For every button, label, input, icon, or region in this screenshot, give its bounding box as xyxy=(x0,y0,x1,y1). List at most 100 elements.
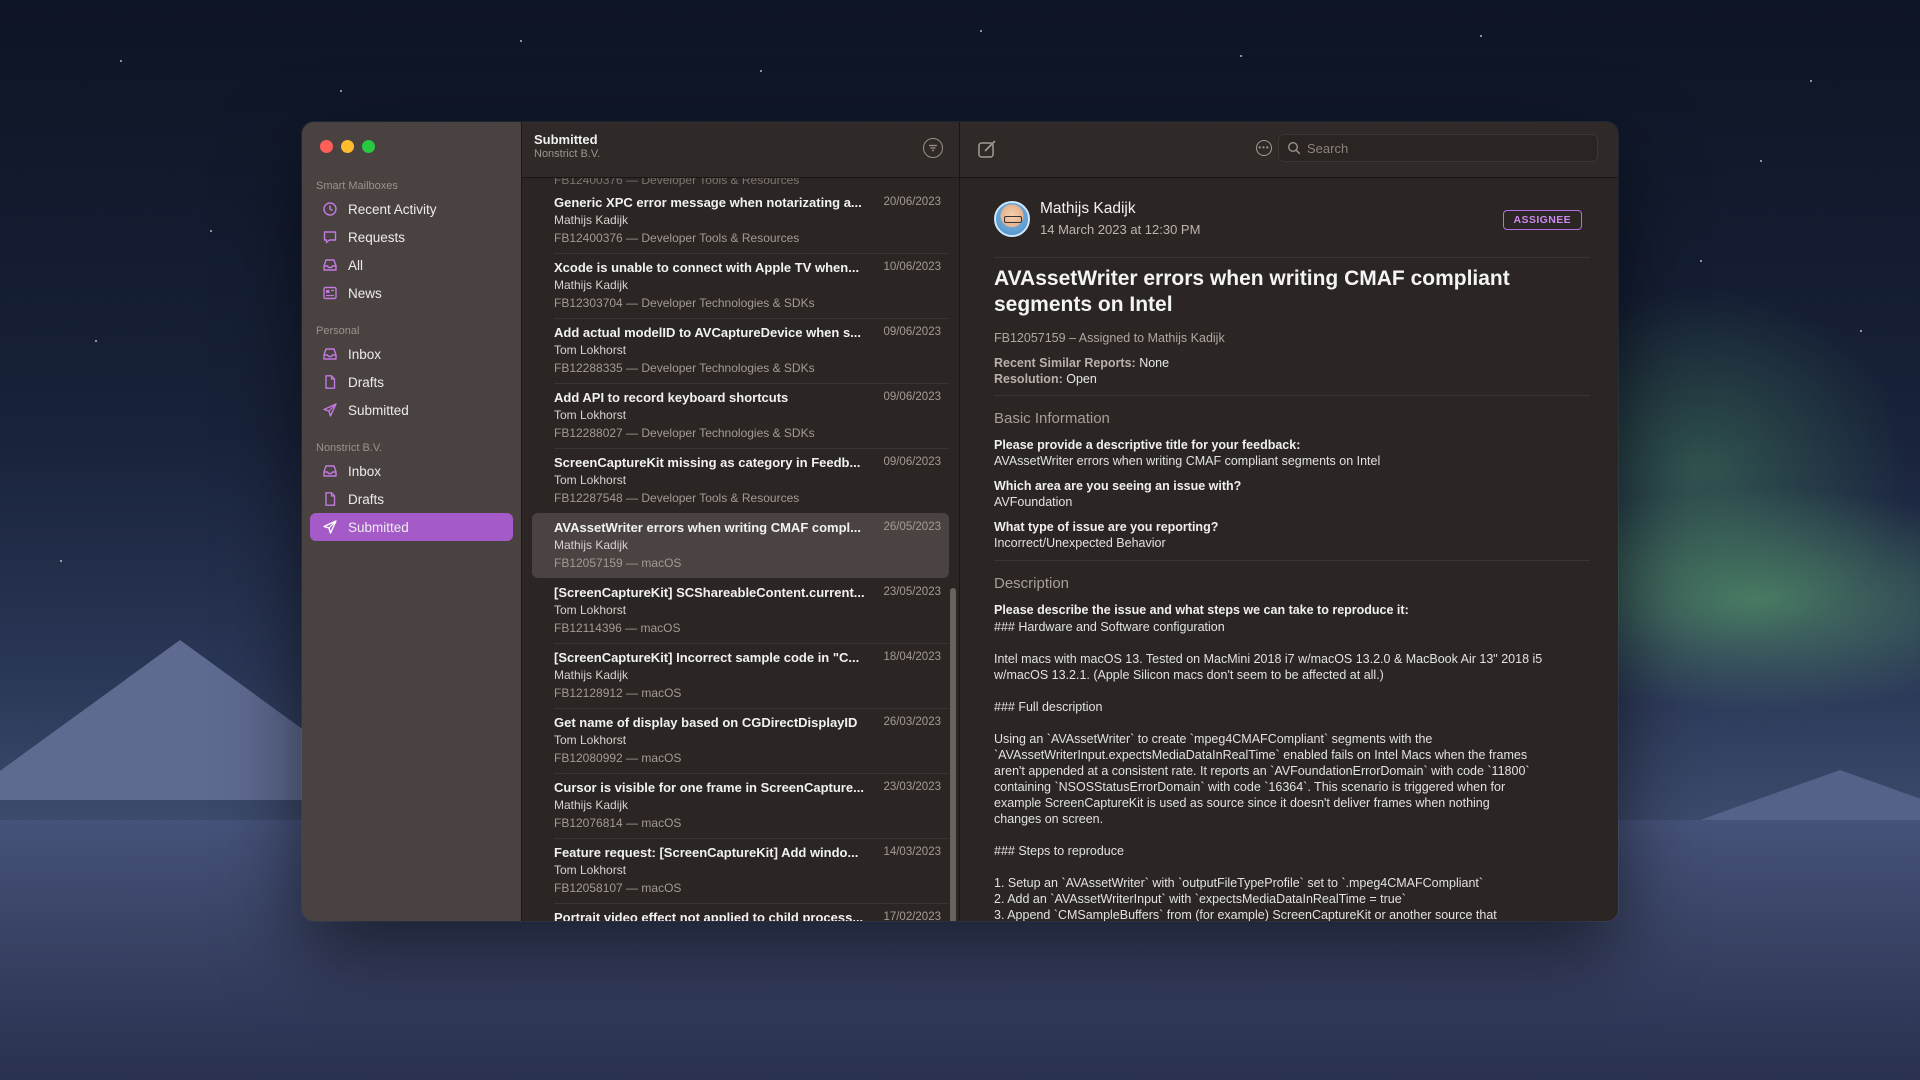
filter-button[interactable] xyxy=(923,138,943,158)
sidebar-item-inbox[interactable]: Inbox xyxy=(310,457,513,485)
message-date: 23/03/2023 xyxy=(883,781,941,793)
message-title: Xcode is unable to connect with Apple TV… xyxy=(554,260,860,275)
sidebar-item-label: Inbox xyxy=(348,346,382,362)
message-meta: FB12400376 — Developer Tools & Resources xyxy=(554,231,800,245)
message-meta: FB12080992 — macOS xyxy=(554,751,682,765)
message-date: 26/05/2023 xyxy=(883,521,941,533)
question: Which area are you seeing an issue with? xyxy=(994,479,1242,493)
list-item[interactable]: Feature request: [ScreenCaptureKit] Add … xyxy=(532,838,949,903)
message-author: Mathijs Kadijk xyxy=(554,538,629,552)
message-list-pane: Submitted Nonstrict B.V. FB12400376 — De… xyxy=(522,122,960,921)
message-meta: FB12058107 — macOS xyxy=(554,881,682,895)
list-item[interactable]: Get name of display based on CGDirectDis… xyxy=(532,708,949,773)
message-title: ScreenCaptureKit missing as category in … xyxy=(554,455,861,470)
list-scrollbar[interactable] xyxy=(950,588,956,921)
sidebar-item-label: Submitted xyxy=(348,519,409,535)
feedback-detail: Mathijs Kadijk 14 March 2023 at 12:30 PM… xyxy=(960,178,1618,921)
sidebar-section-header: Personal xyxy=(316,325,360,337)
sidebar-item-inbox[interactable]: Inbox xyxy=(310,340,513,368)
sender-header: Mathijs Kadijk 14 March 2023 at 12:30 PM… xyxy=(994,178,1590,258)
document-icon xyxy=(322,374,338,390)
compose-button[interactable] xyxy=(976,138,998,160)
zoom-window-button[interactable] xyxy=(362,140,375,153)
sidebar: Smart Mailboxes Recent Activity Requests Al… xyxy=(302,122,522,921)
message-title: AVAssetWriter errors when writing CMAF c… xyxy=(554,520,861,535)
message-meta: FB12287548 — Developer Tools & Resources xyxy=(554,491,800,505)
message-list: FB12400376 — Developer Tools & Resources… xyxy=(522,178,959,921)
sidebar-item-news[interactable]: News xyxy=(310,279,513,307)
message-meta: FB12288027 — Developer Technologies & SD… xyxy=(554,426,815,440)
sidebar-item-label: Requests xyxy=(348,229,406,245)
list-item[interactable]: Cursor is visible for one frame in Scree… xyxy=(532,773,949,838)
sidebar-item-all[interactable]: All xyxy=(310,251,513,279)
similar-reports: Recent Similar Reports: None xyxy=(994,356,1170,370)
answer: Incorrect/Unexpected Behavior xyxy=(994,536,1166,550)
more-options-button[interactable]: ••• xyxy=(1256,140,1272,156)
sidebar-item-drafts[interactable]: Drafts xyxy=(310,368,513,396)
description-body: ### Hardware and Software configuration … xyxy=(994,620,1543,921)
message-date: 09/06/2023 xyxy=(883,391,941,403)
sidebar-item-submitted[interactable]: Submitted xyxy=(310,513,513,541)
message-author: Tom Lokhorst xyxy=(554,408,627,422)
detail-pane: ••• Mathijs Kadijk 14 March 2023 at 12:3… xyxy=(960,122,1618,921)
list-item-partial: FB12400376 — Developer Tools & Resources xyxy=(554,178,800,187)
close-window-button[interactable] xyxy=(320,140,333,153)
report-status: Recent Similar Reports: None Resolution:… xyxy=(994,355,1590,387)
tray-icon xyxy=(322,463,338,479)
message-date: 20/06/2023 xyxy=(883,196,941,208)
message-author: Tom Lokhorst xyxy=(554,733,627,747)
list-item[interactable]: Add API to record keyboard shortcuts 09/0… xyxy=(532,383,949,448)
list-item[interactable]: Xcode is unable to connect with Apple TV… xyxy=(532,253,949,318)
message-title: Add actual modelID to AVCaptureDevice wh… xyxy=(554,325,862,340)
document-icon xyxy=(322,491,338,507)
list-item[interactable]: [ScreenCaptureKit] Incorrect sample code… xyxy=(532,643,949,708)
message-meta: FB12128912 — macOS xyxy=(554,686,682,700)
search-field[interactable] xyxy=(1278,134,1598,162)
feedback-subject: AVAssetWriter errors when writing CMAF c… xyxy=(994,267,1510,316)
message-meta: FB12057159 — macOS xyxy=(554,556,682,570)
list-item[interactable]: AVAssetWriter errors when writing CMAF c… xyxy=(532,513,949,578)
message-date: 10/06/2023 xyxy=(883,261,941,273)
newspaper-icon xyxy=(322,285,338,301)
message-author: Tom Lokhorst xyxy=(554,343,627,357)
sidebar-item-requests[interactable]: Requests xyxy=(310,223,513,251)
message-date: 18/04/2023 xyxy=(883,651,941,663)
sidebar-item-drafts[interactable]: Drafts xyxy=(310,485,513,513)
filter-icon xyxy=(929,144,937,152)
answer: AVFoundation xyxy=(994,495,1073,509)
list-item[interactable]: Portrait video effect not applied to chi… xyxy=(532,903,949,921)
compose-icon xyxy=(978,140,996,158)
window-controls xyxy=(320,140,375,153)
sidebar-item-submitted[interactable]: Submitted xyxy=(310,396,513,424)
search-input[interactable] xyxy=(1307,140,1587,156)
message-author: Mathijs Kadijk xyxy=(554,278,629,292)
list-title: Submitted xyxy=(534,132,598,147)
basic-information-heading: Basic Information xyxy=(994,410,1110,427)
sidebar-section-header: Smart Mailboxes xyxy=(316,180,398,192)
list-item[interactable]: Generic XPC error message when notarizat… xyxy=(532,188,949,253)
resolution: Resolution: Open xyxy=(994,372,1097,386)
feedback-id-line: FB12057159 – Assigned to Mathijs Kadijk xyxy=(994,331,1225,345)
message-title: Get name of display based on CGDirectDis… xyxy=(554,715,858,730)
list-item[interactable]: [ScreenCaptureKit] SCShareableContent.cu… xyxy=(532,578,949,643)
sidebar-item-label: Drafts xyxy=(348,491,385,507)
sidebar-section: Nonstrict B.V. Inbox Drafts Submitted xyxy=(302,439,521,541)
question: What type of issue are you reporting? xyxy=(994,520,1219,534)
clock-icon xyxy=(322,201,338,217)
message-date: 23/05/2023 xyxy=(883,586,941,598)
ellipsis-icon: ••• xyxy=(1258,143,1270,152)
message-author: Tom Lokhorst xyxy=(554,473,627,487)
message-author: Mathijs Kadijk xyxy=(554,213,629,227)
sidebar-item-recent-activity[interactable]: Recent Activity xyxy=(310,195,513,223)
message-meta: FB12303704 — Developer Technologies & SD… xyxy=(554,296,815,310)
message-title: Feature request: [ScreenCaptureKit] Add … xyxy=(554,845,859,860)
minimize-window-button[interactable] xyxy=(341,140,354,153)
answer: AVAssetWriter errors when writing CMAF c… xyxy=(994,454,1381,468)
list-item[interactable]: Add actual modelID to AVCaptureDevice wh… xyxy=(532,318,949,383)
feedback-app-window: Smart Mailboxes Recent Activity Requests Al… xyxy=(302,122,1618,921)
list-item[interactable]: ScreenCaptureKit missing as category in … xyxy=(532,448,949,513)
description-heading: Description xyxy=(994,575,1070,592)
message-date: 17/02/2023 xyxy=(883,911,941,921)
paperplane-icon xyxy=(322,519,338,535)
search-icon xyxy=(1287,141,1301,155)
